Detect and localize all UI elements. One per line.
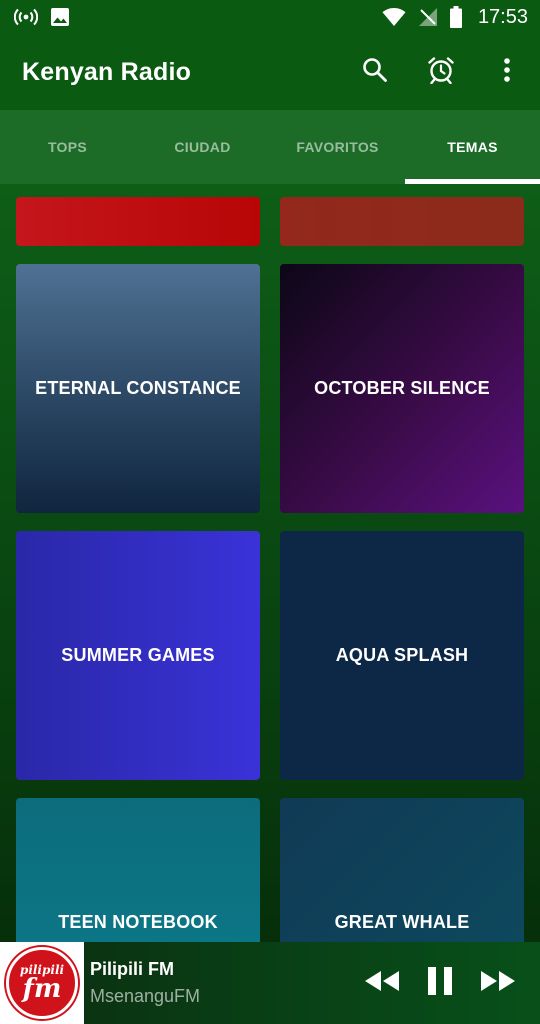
fast-forward-button[interactable] [474,959,522,1007]
themes-grid: ETERNAL CONSTANCE OCTOBER SILENCE SUMMER… [0,184,540,942]
theme-tile-brick[interactable] [280,197,524,246]
station-subtitle: MsenanguFM [90,986,201,1006]
fast-forward-icon [480,969,516,998]
station-logo: pilipili fm [0,942,84,1024]
status-time: 17:53 [477,5,528,28]
alarm-button[interactable] [408,34,474,110]
tab-temas[interactable]: TEMAS [405,110,540,184]
pause-button[interactable] [416,959,464,1007]
tab-ciudad[interactable]: CIUDAD [135,110,270,184]
theme-tile-summer-games[interactable]: SUMMER GAMES [16,531,260,780]
station-name: Pilipili FM [90,959,174,979]
search-icon [362,57,388,88]
alarm-icon [427,56,455,89]
tab-bar: TOPS CIUDAD FAVORITOS TEMAS [0,110,540,184]
status-bar: 17:53 [0,0,540,34]
tab-favoritos[interactable]: FAVORITOS [270,110,405,184]
pause-icon [426,966,454,1001]
more-options-button[interactable] [474,34,540,110]
theme-tile-label: AQUA SPLASH [335,645,469,665]
rewind-icon [364,969,400,998]
hotspot-icon [14,7,38,27]
theme-tile-red[interactable] [16,197,260,246]
theme-tile-eternal-constance[interactable]: ETERNAL CONSTANCE [16,264,260,513]
wifi-icon [382,7,406,27]
app-bar: Kenyan Radio [0,34,540,110]
theme-tile-great-whale[interactable]: GREAT WHALE [280,798,524,942]
theme-tile-teen-notebook[interactable]: TEEN NOTEBOOK [16,798,260,942]
battery-icon [449,6,462,28]
image-icon [50,7,70,27]
theme-tile-label: SUMMER GAMES [61,645,215,665]
station-logo-mark: pilipili fm [6,947,78,1019]
rewind-button[interactable] [358,959,406,1007]
now-playing-info[interactable]: Pilipili FM MsenanguFM [84,959,358,1007]
theme-tile-label: GREAT WHALE [334,912,470,932]
more-vert-icon [503,57,511,88]
app-title: Kenyan Radio [22,57,192,86]
theme-tile-label: ETERNAL CONSTANCE [35,378,241,398]
tab-tops[interactable]: TOPS [0,110,135,184]
theme-tile-label: TEEN NOTEBOOK [58,912,218,932]
theme-tile-october-silence[interactable]: OCTOBER SILENCE [280,264,524,513]
theme-tile-aqua-splash[interactable]: AQUA SPLASH [280,531,524,780]
search-button[interactable] [342,34,408,110]
theme-tile-label: OCTOBER SILENCE [314,378,490,398]
mini-player[interactable]: pilipili fm Pilipili FM MsenanguFM [0,942,540,1024]
no-signal-icon [418,7,438,27]
